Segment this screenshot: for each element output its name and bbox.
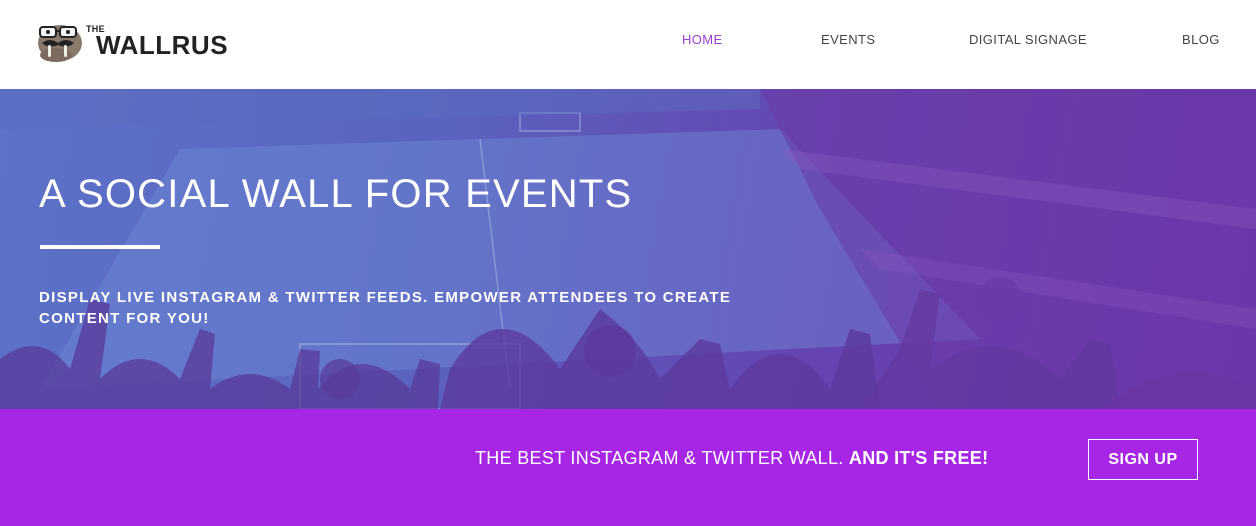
hero-divider bbox=[40, 245, 160, 249]
stadium-crowd-image bbox=[0, 89, 1256, 409]
hero-title: A SOCIAL WALL FOR EVENTS bbox=[39, 172, 633, 216]
nav-item-events[interactable]: EVENTS bbox=[821, 32, 875, 48]
nav-item-blog[interactable]: BLOG bbox=[1182, 32, 1220, 48]
cta-text-regular: THE BEST INSTAGRAM & TWITTER WALL. bbox=[475, 448, 844, 468]
nav-item-home[interactable]: HOME bbox=[682, 32, 723, 48]
hero-section: A SOCIAL WALL FOR EVENTS DISPLAY LIVE IN… bbox=[0, 89, 1256, 409]
sign-up-button[interactable]: SIGN UP bbox=[1088, 439, 1198, 480]
hero-subtitle: DISPLAY LIVE INSTAGRAM & TWITTER FEEDS. … bbox=[39, 289, 732, 327]
cta-text-bold: AND IT'S FREE! bbox=[848, 448, 989, 468]
site-header: THE WALLRUS HOME EVENTS DIGITAL SIGNAGE … bbox=[0, 0, 1256, 89]
nav-item-digital-signage[interactable]: DIGITAL SIGNAGE bbox=[969, 32, 1087, 48]
cta-text: THE BEST INSTAGRAM & TWITTER WALL. AND I… bbox=[475, 448, 988, 469]
main-nav: HOME EVENTS DIGITAL SIGNAGE BLOG bbox=[0, 32, 1256, 48]
cta-bar: THE BEST INSTAGRAM & TWITTER WALL. AND I… bbox=[0, 409, 1256, 526]
